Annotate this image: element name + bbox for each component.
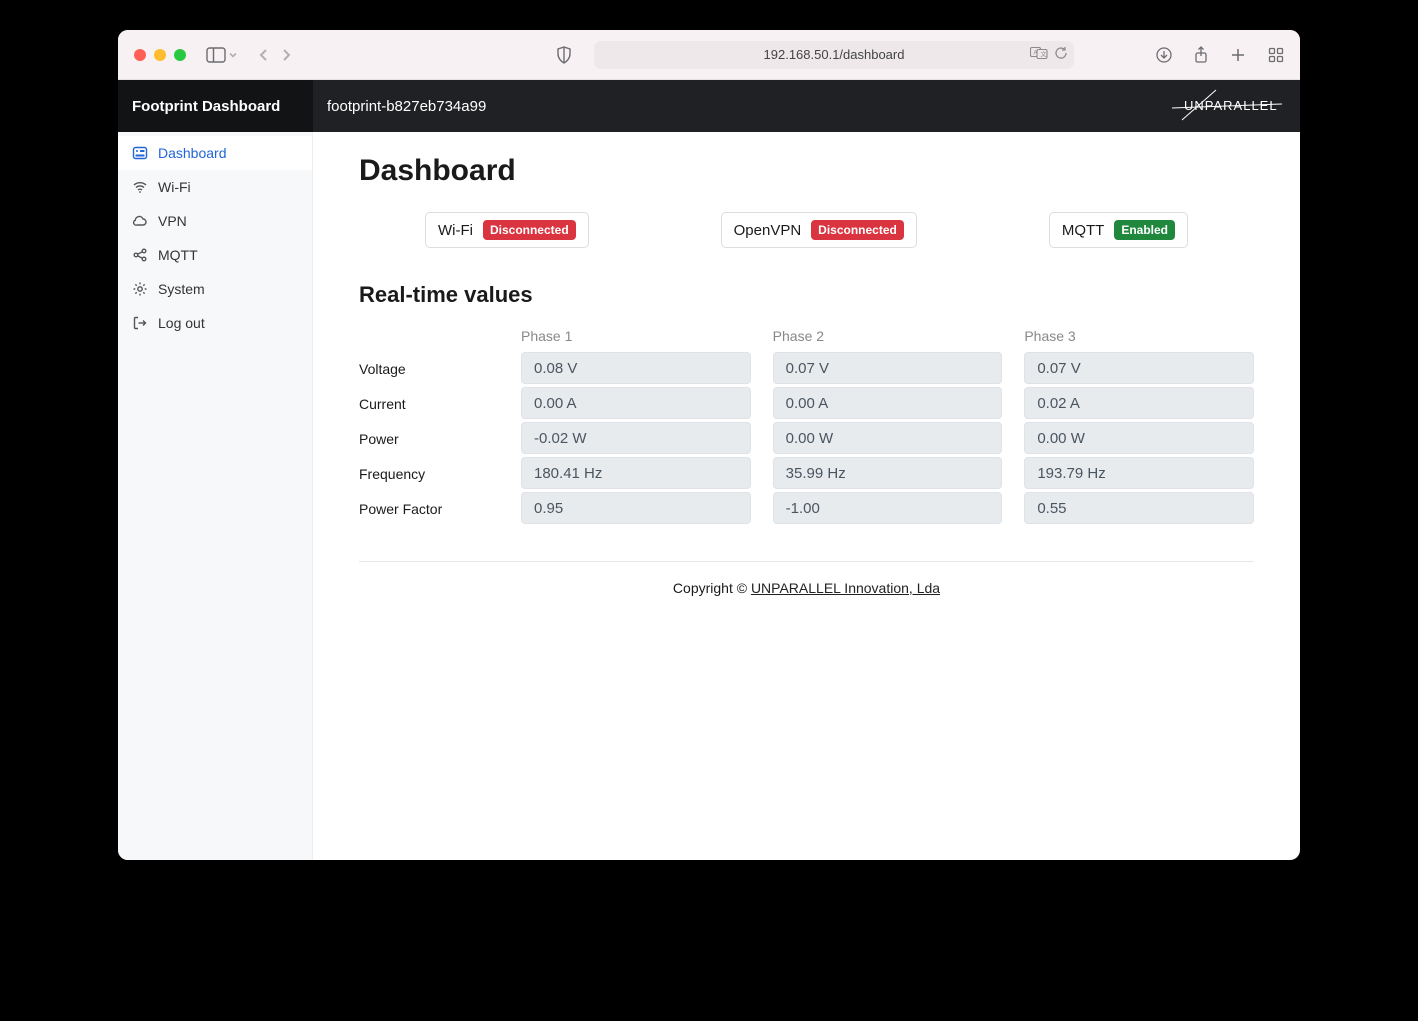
gauge-icon (132, 145, 148, 161)
status-name: OpenVPN (734, 222, 802, 239)
svg-text:文: 文 (1041, 51, 1047, 59)
sidebar: Dashboard Wi-Fi VPN MQTT System Log out (118, 132, 313, 860)
value-cell: 35.99 Hz (773, 457, 1003, 489)
sidebar-item-log-out[interactable]: Log out (118, 306, 312, 340)
value-cell: 0.00 W (1024, 422, 1254, 454)
value-cell: 0.00 A (521, 387, 751, 419)
status-row: Wi-Fi Disconnected OpenVPN Disconnected MQTT… (359, 212, 1254, 248)
footer: Copyright © UNPARALLEL Innovation, Lda (359, 561, 1254, 596)
value-cell: 0.07 V (773, 352, 1003, 384)
sidebar-item-dashboard[interactable]: Dashboard (118, 136, 312, 170)
browser-toolbar: 192.168.50.1/dashboard A文 (118, 30, 1300, 80)
sidebar-item-label: Dashboard (158, 145, 227, 161)
row-label: Voltage (359, 352, 499, 386)
status-wi-fi[interactable]: Wi-Fi Disconnected (425, 212, 589, 248)
status-badge: Enabled (1114, 220, 1175, 240)
value-cell: -0.02 W (521, 422, 751, 454)
svg-text:A: A (1034, 51, 1038, 57)
value-cell: 180.41 Hz (521, 457, 751, 489)
row-label: Current (359, 387, 499, 421)
realtime-values-table: Phase 1 Phase 2 Phase 3 Voltage 0.08 V 0.07 V… (359, 328, 1254, 527)
share-button[interactable] (1194, 46, 1208, 64)
cloud-icon (132, 213, 148, 229)
browser-window: 192.168.50.1/dashboard A文 (118, 30, 1300, 860)
reload-button[interactable] (1054, 46, 1068, 63)
close-window-button[interactable] (134, 49, 146, 61)
value-cell: -1.00 (773, 492, 1003, 524)
app-header: Footprint Dashboard footprint-b827eb734a… (118, 80, 1300, 132)
column-header: Phase 3 (1024, 328, 1254, 352)
row-label: Power (359, 422, 499, 456)
status-mqtt[interactable]: MQTT Enabled (1049, 212, 1188, 248)
value-cell: 0.00 A (773, 387, 1003, 419)
column-header: Phase 1 (521, 328, 751, 352)
address-bar[interactable]: 192.168.50.1/dashboard A文 (594, 41, 1074, 69)
tab-group-menu-button[interactable] (228, 50, 238, 60)
svg-text:UNPARALLEL: UNPARALLEL (1184, 98, 1278, 113)
vendor-logo: UNPARALLEL (1172, 86, 1300, 126)
privacy-report-button[interactable] (556, 46, 572, 64)
value-cell: 0.08 V (521, 352, 751, 384)
value-cell: 0.95 (521, 492, 751, 524)
column-header: Phase 2 (773, 328, 1003, 352)
sidebar-item-label: Log out (158, 315, 205, 331)
sidebar-item-system[interactable]: System (118, 272, 312, 306)
section-title: Real-time values (359, 282, 1254, 308)
back-button[interactable] (258, 47, 270, 63)
status-badge: Disconnected (811, 220, 904, 240)
sidebar-item-label: Wi-Fi (158, 179, 191, 195)
device-hostname: footprint-b827eb734a99 (313, 98, 500, 115)
forward-button[interactable] (280, 47, 292, 63)
value-cell: 0.00 W (773, 422, 1003, 454)
sidebar-item-mqtt[interactable]: MQTT (118, 238, 312, 272)
logout-icon (132, 315, 148, 331)
row-label: Power Factor (359, 492, 499, 526)
window-controls (134, 49, 186, 61)
status-openvpn[interactable]: OpenVPN Disconnected (721, 212, 917, 248)
wifi-icon (132, 179, 148, 195)
share-icon (132, 247, 148, 263)
sidebar-item-label: VPN (158, 213, 187, 229)
minimize-window-button[interactable] (154, 49, 166, 61)
value-cell: 193.79 Hz (1024, 457, 1254, 489)
row-label: Frequency (359, 457, 499, 491)
value-cell: 0.02 A (1024, 387, 1254, 419)
sidebar-item-vpn[interactable]: VPN (118, 204, 312, 238)
footer-link[interactable]: UNPARALLEL Innovation, Lda (751, 580, 940, 596)
address-bar-text: 192.168.50.1/dashboard (764, 47, 905, 62)
value-cell: 0.07 V (1024, 352, 1254, 384)
status-name: Wi-Fi (438, 222, 473, 239)
footer-prefix: Copyright © (673, 580, 751, 596)
sidebar-item-wi-fi[interactable]: Wi-Fi (118, 170, 312, 204)
gear-icon (132, 281, 148, 297)
zoom-window-button[interactable] (174, 49, 186, 61)
translate-icon[interactable]: A文 (1030, 46, 1048, 63)
brand-title: Footprint Dashboard (118, 80, 313, 132)
sidebar-item-label: System (158, 281, 205, 297)
page-title: Dashboard (359, 154, 1254, 188)
toggle-sidebar-button[interactable] (206, 47, 226, 63)
new-tab-button[interactable] (1230, 47, 1246, 63)
status-name: MQTT (1062, 222, 1105, 239)
value-cell: 0.55 (1024, 492, 1254, 524)
sidebar-item-label: MQTT (158, 247, 198, 263)
main-content: Dashboard Wi-Fi Disconnected OpenVPN Discon… (313, 132, 1300, 860)
downloads-button[interactable] (1156, 47, 1172, 63)
status-badge: Disconnected (483, 220, 576, 240)
tab-overview-button[interactable] (1268, 47, 1284, 63)
